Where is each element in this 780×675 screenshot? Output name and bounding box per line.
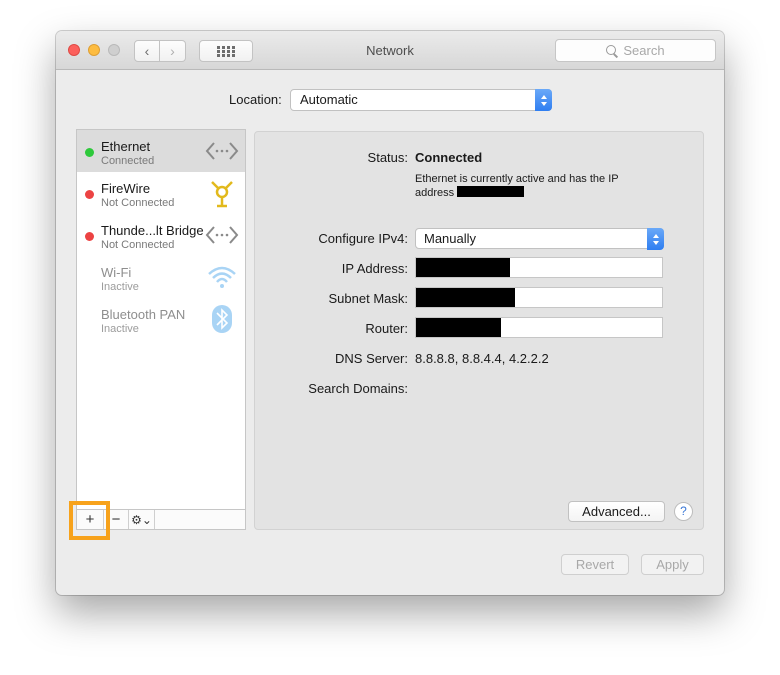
wifi-icon xyxy=(208,266,236,288)
ip-address-field[interactable] xyxy=(415,257,663,278)
service-item-wifi[interactable]: Wi-Fi Inactive xyxy=(77,256,245,298)
service-item-thunderbolt-bridge[interactable]: Thunde...lt Bridge Not Connected xyxy=(77,214,245,256)
service-status: Not Connected xyxy=(101,197,175,209)
redacted-ip-address xyxy=(416,258,510,277)
firewire-icon xyxy=(211,181,233,208)
title-bar: ‹ › Network Search xyxy=(56,31,724,70)
subnet-mask-field[interactable] xyxy=(415,287,663,308)
configure-ipv4-value: Manually xyxy=(424,231,477,246)
select-stepper-icon xyxy=(647,228,664,250)
status-label: Status: xyxy=(367,150,408,165)
thunderbolt-bridge-icon xyxy=(205,226,239,244)
network-preferences-window: ‹ › Network Search Location: Automatic E… xyxy=(56,31,724,595)
search-domains-label: Search Domains: xyxy=(308,381,408,396)
status-value: Connected xyxy=(415,150,483,165)
service-name: Ethernet xyxy=(101,139,151,154)
status-description: Ethernet is currently active and has the… xyxy=(415,173,619,199)
service-item-firewire[interactable]: FireWire Not Connected xyxy=(77,172,245,214)
location-value: Automatic xyxy=(300,92,358,107)
add-button-highlight xyxy=(69,501,110,540)
status-indicator-red xyxy=(85,190,94,199)
location-label: Location: xyxy=(229,92,282,107)
service-list: Ethernet Connected FireWire Not Connecte… xyxy=(76,129,246,510)
service-status: Not Connected xyxy=(101,239,175,251)
gear-icon: ⚙⌄ xyxy=(131,512,152,527)
service-name: Wi-Fi xyxy=(101,265,132,280)
service-status: Inactive xyxy=(101,281,139,293)
router-label: Router: xyxy=(365,321,408,336)
search-icon xyxy=(606,44,618,57)
advanced-button[interactable]: Advanced... xyxy=(568,501,665,522)
service-name: Bluetooth PAN xyxy=(101,307,186,322)
bluetooth-icon xyxy=(212,305,232,333)
service-status: Connected xyxy=(101,155,155,167)
configure-ipv4-label: Configure IPv4: xyxy=(318,231,408,246)
search-placeholder: Search xyxy=(623,43,665,58)
service-actions-button[interactable]: ⚙⌄ xyxy=(129,510,155,529)
dns-server-value[interactable]: 8.8.8.8, 8.8.4.4, 4.2.2.2 xyxy=(415,351,549,366)
redacted-subnet-mask xyxy=(416,288,515,307)
select-stepper-icon xyxy=(535,89,552,111)
service-details-panel: Status: Connected Ethernet is currently … xyxy=(254,131,704,530)
ethernet-icon xyxy=(205,142,239,160)
service-status: Inactive xyxy=(101,323,139,335)
router-field[interactable] xyxy=(415,317,663,338)
service-name: Thunde...lt Bridge xyxy=(101,223,204,238)
redacted-router xyxy=(416,318,501,337)
status-indicator-red xyxy=(85,232,94,241)
service-name: FireWire xyxy=(101,181,151,196)
configure-ipv4-select[interactable]: Manually xyxy=(415,228,664,250)
location-select[interactable]: Automatic xyxy=(290,89,552,111)
revert-button[interactable]: Revert xyxy=(561,554,629,575)
service-item-ethernet[interactable]: Ethernet Connected xyxy=(77,130,245,172)
subnet-mask-label: Subnet Mask: xyxy=(328,291,409,306)
status-indicator-green xyxy=(85,148,94,157)
dns-server-label: DNS Server: xyxy=(335,351,408,366)
service-item-bluetooth-pan[interactable]: Bluetooth PAN Inactive xyxy=(77,298,245,340)
minus-icon: − xyxy=(111,511,121,528)
redacted-ip-address xyxy=(457,186,525,197)
search-field[interactable]: Search xyxy=(555,39,716,62)
help-button[interactable]: ? xyxy=(674,502,693,521)
apply-button[interactable]: Apply xyxy=(641,554,704,575)
ip-address-label: IP Address: xyxy=(341,261,408,276)
